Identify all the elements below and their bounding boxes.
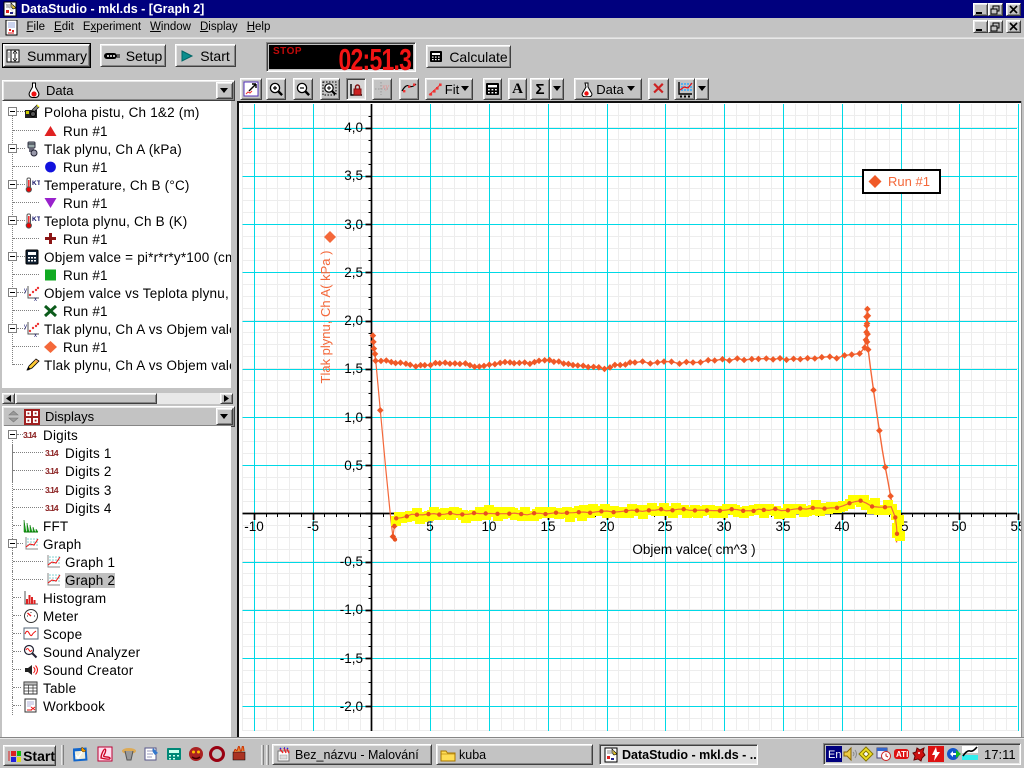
svg-text:3.14: 3.14 <box>45 466 59 476</box>
svg-text:1,5: 1,5 <box>344 361 363 376</box>
svg-text:30: 30 <box>716 519 731 534</box>
svg-text:15: 15 <box>540 519 555 534</box>
svg-text:2,0: 2,0 <box>344 313 363 328</box>
svg-text:KTD: KTD <box>32 216 40 223</box>
svg-text:3,5: 3,5 <box>344 168 363 183</box>
svg-text:-10: -10 <box>244 519 264 534</box>
svg-text:xy: xy <box>381 84 390 91</box>
svg-text:Tlak plynu, Ch A( kPa ): Tlak plynu, Ch A( kPa ) <box>318 251 333 384</box>
svg-text:20: 20 <box>599 519 614 534</box>
svg-text:0,5: 0,5 <box>344 458 363 473</box>
svg-text:3.14: 3.14 <box>23 430 37 440</box>
svg-text:x: x <box>34 297 37 301</box>
svg-text:-1,0: -1,0 <box>340 602 363 617</box>
svg-text:-1,5: -1,5 <box>340 651 363 666</box>
svg-text:Run #1: Run #1 <box>888 174 930 189</box>
svg-text:y: y <box>24 324 27 330</box>
svg-text:3,0: 3,0 <box>344 217 363 232</box>
svg-text:-0,5: -0,5 <box>340 554 363 569</box>
svg-text:2,5: 2,5 <box>344 265 363 280</box>
svg-text:50: 50 <box>951 519 966 534</box>
svg-text:10: 10 <box>481 519 496 534</box>
svg-text:-5: -5 <box>307 519 319 534</box>
svg-text:KTD: KTD <box>32 180 40 187</box>
svg-text:1,0: 1,0 <box>344 410 363 425</box>
svg-text:ATI: ATI <box>896 750 908 759</box>
svg-text:3.14: 3.14 <box>45 503 59 513</box>
svg-text:-2,0: -2,0 <box>340 699 363 714</box>
svg-text:x: x <box>34 333 37 337</box>
svg-text:Objem valce( cm^3 ): Objem valce( cm^3 ) <box>632 542 755 557</box>
svg-text:En: En <box>828 749 841 761</box>
svg-text:3.14: 3.14 <box>45 448 59 458</box>
svg-text:y: y <box>24 288 27 294</box>
svg-text:35: 35 <box>775 519 790 534</box>
svg-text:25: 25 <box>657 519 672 534</box>
svg-text:40: 40 <box>834 519 849 534</box>
svg-text:3.14: 3.14 <box>45 485 59 495</box>
svg-text:4,0: 4,0 <box>344 120 363 135</box>
